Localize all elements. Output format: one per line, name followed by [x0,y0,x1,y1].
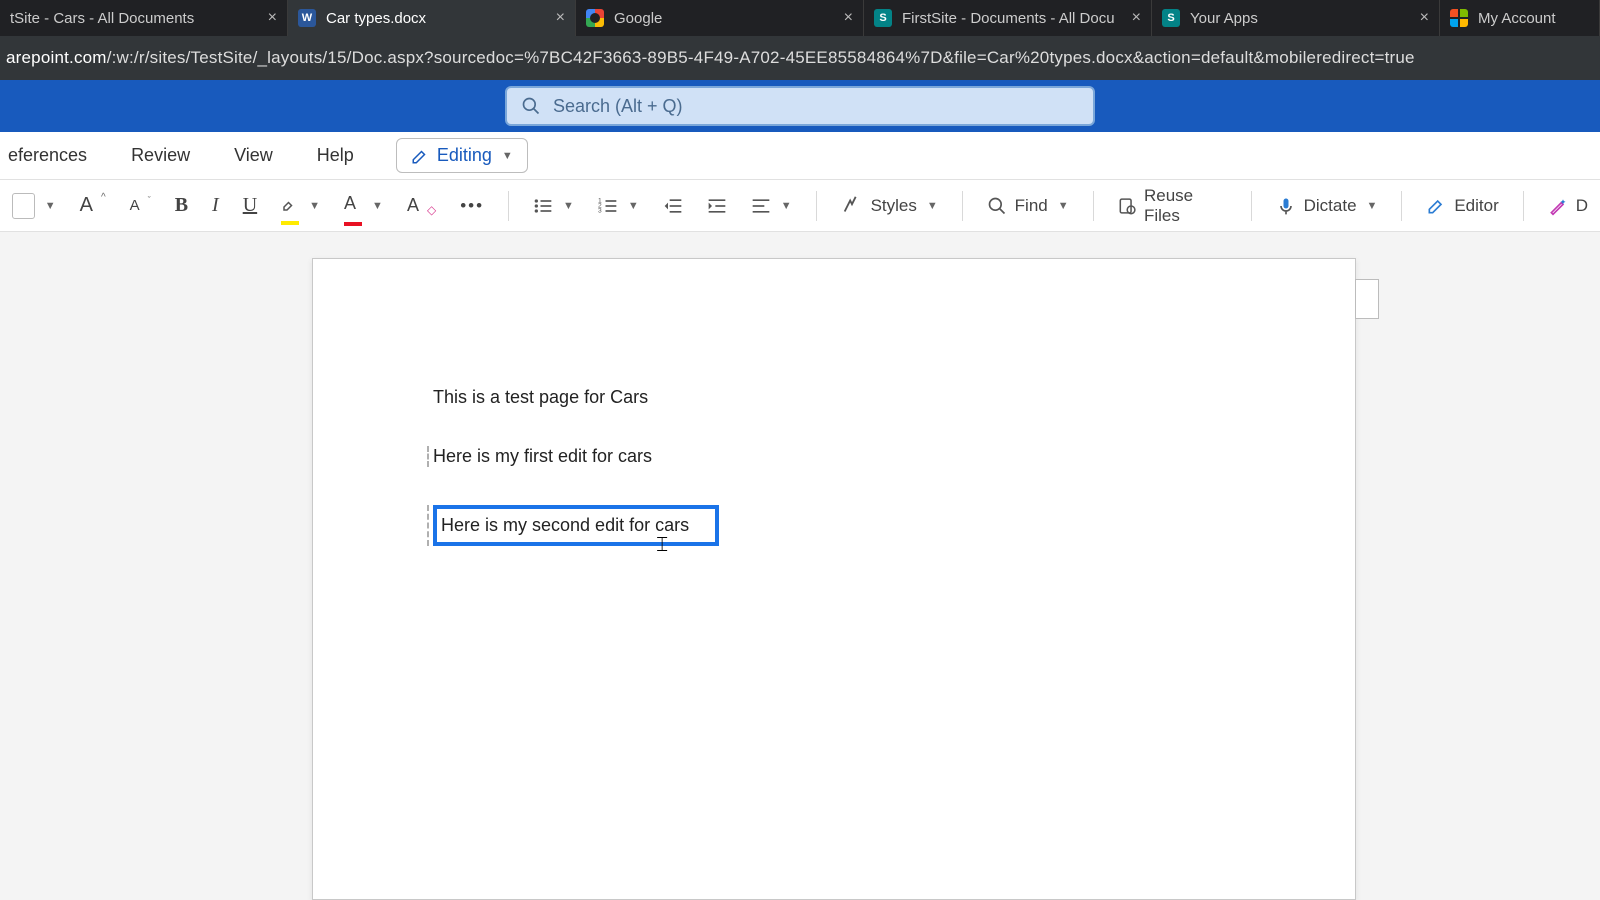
divider [1401,191,1402,221]
browser-tab[interactable]: S Your Apps × [1152,0,1440,36]
browser-tab-strip: tSite - Cars - All Documents × W Car typ… [0,0,1600,36]
browser-tab[interactable]: Google × [576,0,864,36]
designer-button[interactable]: D [1542,192,1594,220]
font-color-button[interactable]: A▼ [338,189,389,222]
sharepoint-icon: S [1162,9,1180,27]
formatting-toolbar: ▼ A^ Aˇ B I U ▼ A▼ A◇ ••• ▼ 123 ▼ ▼ Style… [0,180,1600,232]
browser-tab[interactable]: tSite - Cars - All Documents × [0,0,288,36]
chevron-down-icon: ▼ [628,200,639,212]
styles-icon [841,195,863,217]
pencil-icon [411,147,429,165]
document-paragraph[interactable]: This is a test page for Cars [433,387,1235,408]
browser-tab[interactable]: My Account [1440,0,1600,36]
editor-icon [1426,196,1446,216]
chevron-down-icon: ▼ [45,200,56,212]
address-bar[interactable]: arepoint.com/:w:/r/sites/TestSite/_layou… [0,36,1600,80]
tab-label: My Account [1478,10,1589,27]
underline-button[interactable]: U [237,190,263,221]
bullets-button[interactable]: ▼ [527,192,580,220]
chevron-down-icon: ▼ [372,200,383,212]
close-icon[interactable]: × [1132,9,1141,27]
sharepoint-icon: S [874,9,892,27]
ribbon-tab-view[interactable]: View [226,135,281,176]
styles-button[interactable]: Styles▼ [835,191,944,221]
chevron-down-icon: ▼ [1367,200,1378,212]
divider [816,191,817,221]
increase-indent-button[interactable] [701,192,733,220]
editing-label: Editing [437,145,492,166]
search-icon [521,96,541,116]
divider [1523,191,1524,221]
divider [508,191,509,221]
chevron-down-icon: ▼ [781,200,792,212]
selection-highlight[interactable]: Here is my second edit for cars [433,505,719,546]
more-formatting-button[interactable]: ••• [454,192,490,220]
bold-button[interactable]: B [169,190,194,221]
app-header: Search (Alt + Q) [0,80,1600,132]
close-icon[interactable]: × [268,9,277,27]
indent-icon [707,196,727,216]
chevron-down-icon: ▼ [502,150,513,162]
bullet-list-icon [533,196,553,216]
font-size-dropdown[interactable]: ▼ [6,189,62,223]
close-icon[interactable]: × [844,9,853,27]
tab-label: tSite - Cars - All Documents [10,10,258,27]
chevron-down-icon: ▼ [309,200,320,212]
outdent-icon [663,196,683,216]
microsoft-icon [1450,9,1468,27]
search-placeholder: Search (Alt + Q) [553,96,683,117]
chevron-down-icon: ▼ [1058,200,1069,212]
divider [962,191,963,221]
align-icon [751,196,771,216]
track-change-marker [427,505,429,546]
tab-label: Your Apps [1190,10,1410,27]
chevron-down-icon: ▼ [563,200,574,212]
document-canvas[interactable]: This is a test page for Cars Here is my … [0,232,1600,900]
search-icon [987,196,1007,216]
highlighter-icon [281,195,299,213]
document-page[interactable]: This is a test page for Cars Here is my … [312,258,1356,900]
clear-formatting-button[interactable]: A◇ [401,191,442,220]
dictate-button[interactable]: Dictate▼ [1270,192,1384,220]
tab-label: Car types.docx [326,10,546,27]
word-icon: W [298,9,316,27]
italic-button[interactable]: I [206,190,225,221]
tab-label: Google [614,10,834,27]
google-icon [586,9,604,27]
document-paragraph[interactable]: Here is my second edit for cars [441,515,689,535]
microphone-icon [1276,196,1296,216]
wand-icon [1548,196,1568,216]
shrink-font-button[interactable]: Aˇ [124,193,157,218]
tab-label: FirstSite - Documents - All Docu [902,10,1122,27]
divider [1251,191,1252,221]
reuse-files-button[interactable]: Reuse Files [1112,182,1233,230]
reuse-icon [1118,196,1136,216]
document-paragraph[interactable]: Here is my first edit for cars [427,446,1235,467]
close-icon[interactable]: × [556,9,565,27]
search-input[interactable]: Search (Alt + Q) [505,86,1095,126]
ribbon-tab-references[interactable]: eferences [0,135,95,176]
svg-text:3: 3 [598,207,602,214]
editing-mode-button[interactable]: Editing ▼ [396,138,528,173]
divider [1093,191,1094,221]
close-icon[interactable]: × [1420,9,1429,27]
highlight-button[interactable]: ▼ [275,191,326,221]
text-caret: ⌶ [656,534,668,557]
find-button[interactable]: Find▼ [981,192,1075,220]
ribbon-tabs: eferences Review View Help Editing ▼ [0,132,1600,180]
numbering-button[interactable]: 123 ▼ [592,192,645,220]
decrease-indent-button[interactable] [657,192,689,220]
number-list-icon: 123 [598,196,618,216]
chevron-down-icon: ▼ [927,200,938,212]
align-button[interactable]: ▼ [745,192,798,220]
editor-button[interactable]: Editor [1420,192,1504,220]
url-text: arepoint.com/:w:/r/sites/TestSite/_layou… [6,48,1415,68]
ribbon-tab-help[interactable]: Help [309,135,362,176]
comment-pane-toggle[interactable] [1355,279,1379,319]
browser-tab[interactable]: W Car types.docx × [288,0,576,36]
ribbon-tab-review[interactable]: Review [123,135,198,176]
browser-tab[interactable]: S FirstSite - Documents - All Docu × [864,0,1152,36]
grow-font-button[interactable]: A^ [74,190,112,221]
